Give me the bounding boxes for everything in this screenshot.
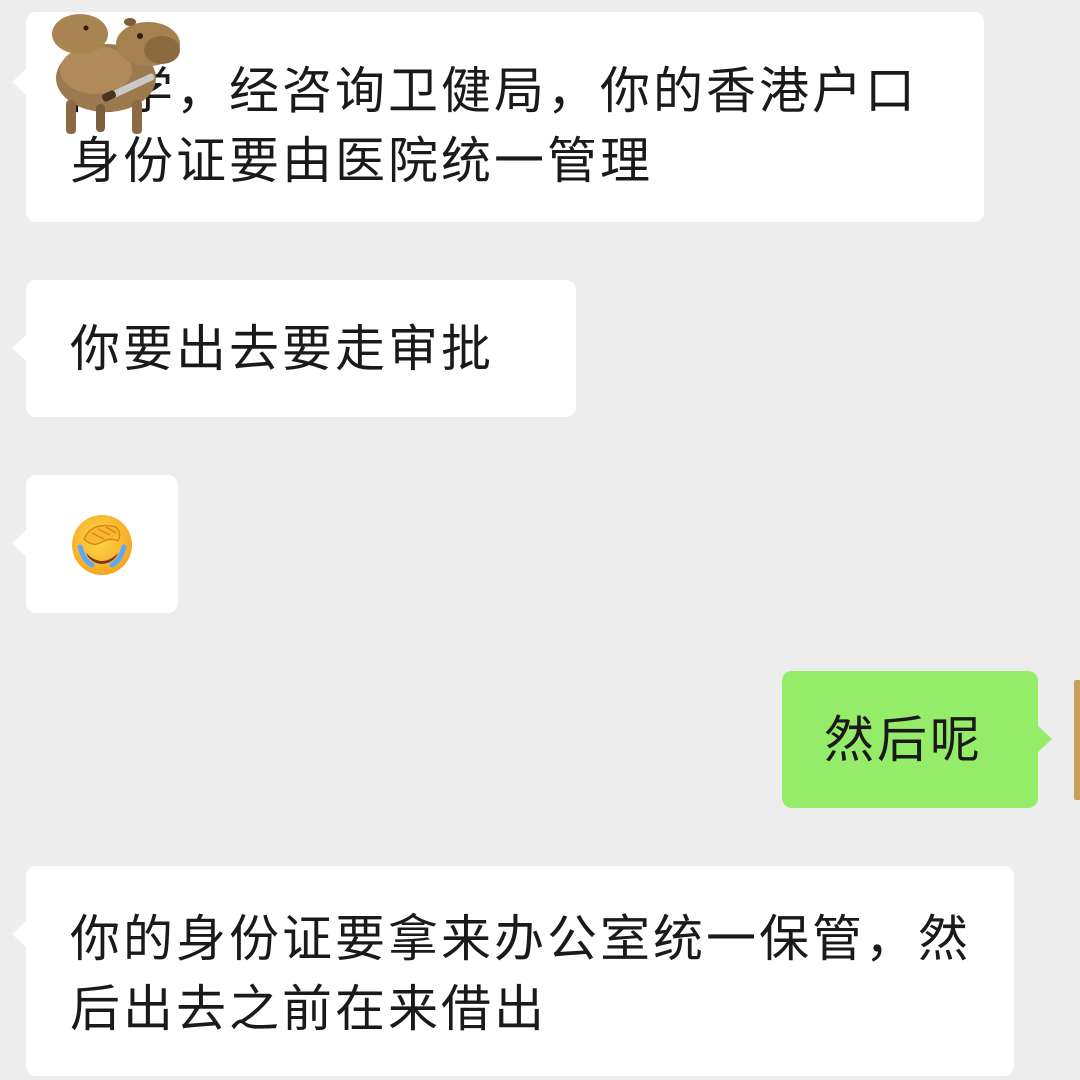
message-bubble-outgoing[interactable]: 然后呢 xyxy=(782,671,1052,808)
message-text: 然后呢 xyxy=(824,711,983,769)
message-text: 同学，经咨询卫健局，你的香港户口身份证要由医院统一管理 xyxy=(70,62,918,190)
face-palm-crying-emoji-icon xyxy=(72,515,132,575)
message-bubble-incoming[interactable]: 你要出去要走审批 xyxy=(12,280,576,417)
message-text: 你的身份证要拿来办公室统一保管，然后出去之前在来借出 xyxy=(70,910,971,1038)
message-bubble-incoming[interactable]: 你的身份证要拿来办公室统一保管，然后出去之前在来借出 xyxy=(12,866,1014,1076)
message-bubble-incoming-emoji[interactable] xyxy=(12,475,178,613)
capybara-with-knife-sticker-icon xyxy=(52,14,180,134)
message-text: 你要出去要走审批 xyxy=(70,320,494,378)
avatar-edge[interactable] xyxy=(1074,680,1080,800)
